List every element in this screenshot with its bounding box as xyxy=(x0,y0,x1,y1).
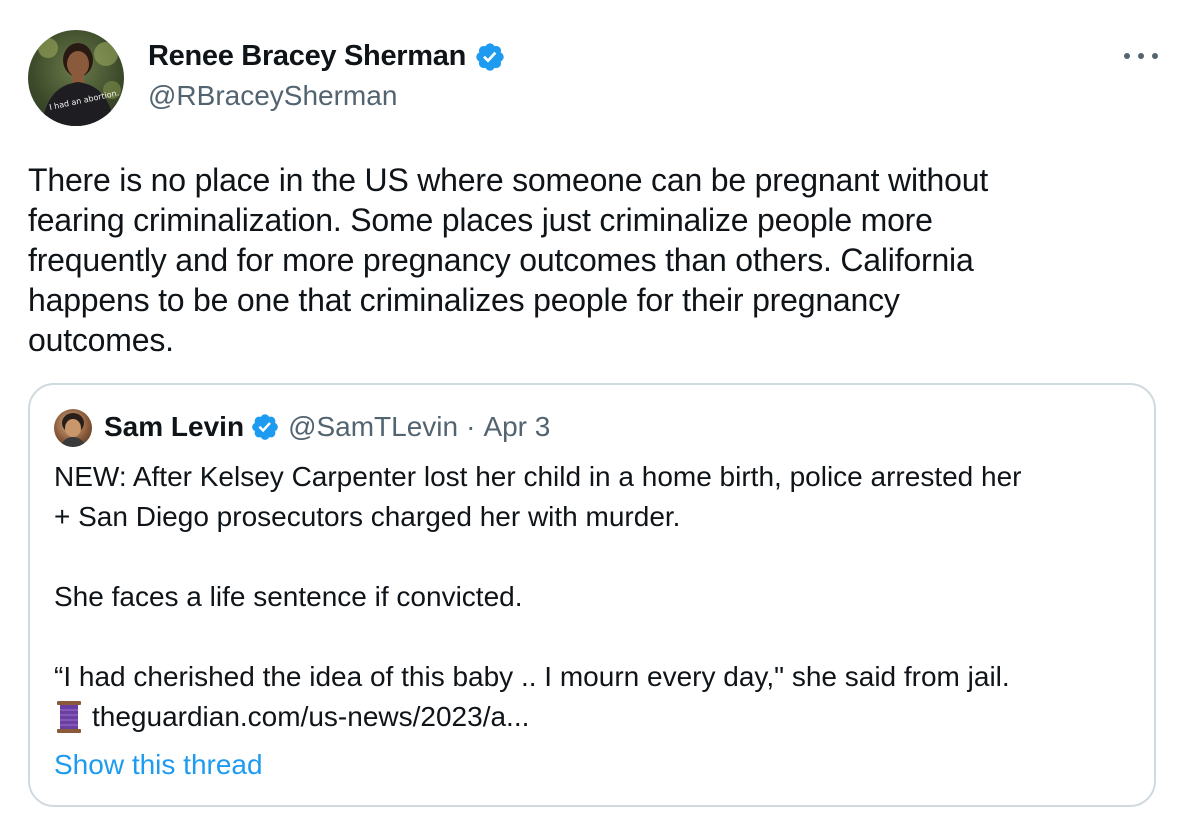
author-handle[interactable]: @RBraceySherman xyxy=(148,80,397,112)
show-thread-link[interactable]: Show this thread xyxy=(54,745,263,785)
quoted-link[interactable]: theguardian.com/us-news/2023/a... xyxy=(92,697,529,737)
author-avatar-image: I had an abortion. xyxy=(38,38,121,126)
quoted-author-avatar-image xyxy=(60,413,86,447)
tweet-text: There is no place in the US where someon… xyxy=(28,162,989,358)
quoted-header: Sam Levin @SamTLevin · Apr 3 xyxy=(104,411,550,443)
quoted-author-name[interactable]: Sam Levin xyxy=(104,411,244,443)
verified-badge-icon xyxy=(476,42,504,71)
more-dot xyxy=(1124,53,1130,59)
quoted-date[interactable]: Apr 3 xyxy=(483,411,550,443)
quoted-author-avatar[interactable] xyxy=(54,409,92,447)
author-name-row: Renee Bracey Sherman xyxy=(148,40,506,73)
quoted-author-handle[interactable]: @SamTLevin xyxy=(288,411,458,443)
author-avatar[interactable]: I had an abortion. xyxy=(28,30,124,126)
thread-spool-icon xyxy=(57,701,81,733)
more-horizontal-icon[interactable] xyxy=(1124,44,1158,68)
separator-dot: · xyxy=(466,411,476,442)
verified-badge-icon xyxy=(252,414,278,440)
quoted-text: NEW: After Kelsey Carpenter lost her chi… xyxy=(54,461,1022,692)
more-dot xyxy=(1152,53,1158,59)
quoted-link-line: theguardian.com/us-news/2023/a... xyxy=(54,697,529,737)
more-dot xyxy=(1138,53,1144,59)
quoted-tweet[interactable]: Sam Levin @SamTLevin · Apr 3 NEW: After … xyxy=(28,383,1156,807)
tweet-card: I had an abortion. Renee Bracey Sherman … xyxy=(0,0,1184,828)
author-name[interactable]: Renee Bracey Sherman xyxy=(148,40,466,73)
